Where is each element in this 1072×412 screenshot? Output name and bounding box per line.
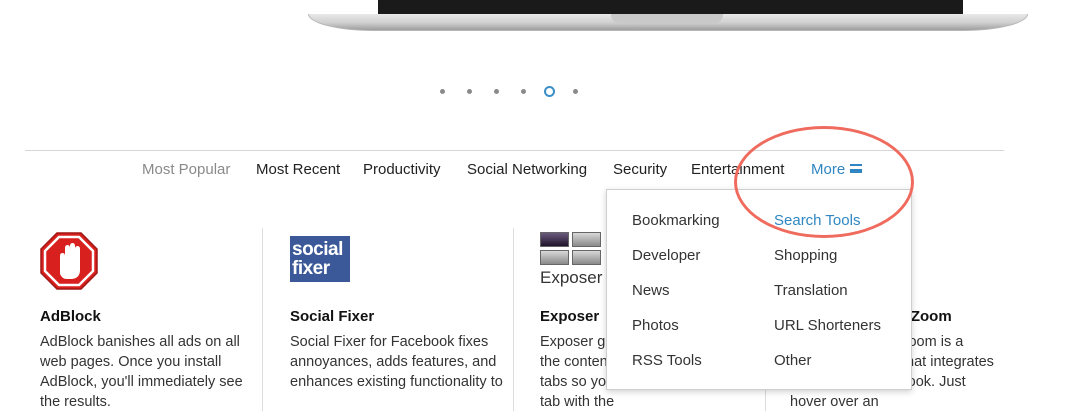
card-title: AdBlock xyxy=(40,308,101,325)
exposer-tile xyxy=(540,250,569,265)
dropdown-item-news[interactable]: News xyxy=(632,282,670,299)
laptop-screen xyxy=(378,0,963,14)
exposer-tile xyxy=(572,232,601,247)
nav-more-button[interactable]: More xyxy=(811,161,863,178)
more-categories-dropdown: Bookmarking Developer News Photos RSS To… xyxy=(606,189,912,390)
pager-dot[interactable] xyxy=(440,89,445,94)
column-divider xyxy=(262,228,263,411)
dropdown-item-search-tools[interactable]: Search Tools xyxy=(774,212,860,229)
nav-most-recent[interactable]: Most Recent xyxy=(256,161,340,178)
card-description: Social Fixer for Facebook fixes annoyanc… xyxy=(290,334,503,390)
dropdown-item-rss-tools[interactable]: RSS Tools xyxy=(632,352,702,369)
nav-security[interactable]: Security xyxy=(613,161,667,178)
carousel-pager xyxy=(437,86,587,98)
card-title: Exposer xyxy=(540,308,600,325)
pager-dot[interactable] xyxy=(521,89,526,94)
nav-social-networking[interactable]: Social Networking xyxy=(467,161,587,178)
dropdown-item-translation[interactable]: Translation xyxy=(774,282,848,299)
dropdown-item-shopping[interactable]: Shopping xyxy=(774,247,837,264)
nav-most-popular[interactable]: Most Popular xyxy=(142,161,230,178)
menu-icon xyxy=(850,164,863,173)
column-divider xyxy=(513,228,514,411)
dropdown-item-developer[interactable]: Developer xyxy=(632,247,700,264)
exposer-tile xyxy=(572,250,601,265)
nav-more-label: More xyxy=(811,161,846,178)
category-nav: Most Popular Most Recent Productivity So… xyxy=(0,161,1072,183)
dropdown-item-photos[interactable]: Photos xyxy=(632,317,679,334)
pager-dot[interactable] xyxy=(467,89,472,94)
exposer-icon: Exposer xyxy=(540,232,602,288)
hero-laptop-image xyxy=(308,0,1028,32)
pager-dot[interactable] xyxy=(573,89,578,94)
divider xyxy=(25,150,1004,151)
pager-dot[interactable] xyxy=(494,89,499,94)
dropdown-item-other[interactable]: Other xyxy=(774,352,812,369)
social-fixer-icon-text: social fixer xyxy=(292,239,343,279)
exposer-icon-label: Exposer xyxy=(540,268,603,287)
exposer-tile xyxy=(540,232,569,247)
nav-entertainment[interactable]: Entertainment xyxy=(691,161,784,178)
nav-productivity[interactable]: Productivity xyxy=(363,161,441,178)
social-fixer-icon: social fixer xyxy=(290,236,350,282)
laptop-notch xyxy=(611,14,723,23)
card-title: Social Fixer xyxy=(290,308,375,325)
pager-dot-active[interactable] xyxy=(544,86,555,97)
dropdown-item-url-shorteners[interactable]: URL Shorteners xyxy=(774,317,881,334)
adblock-icon xyxy=(40,232,98,290)
card-description: AdBlock banishes all ads on all web page… xyxy=(40,334,243,410)
dropdown-item-bookmarking[interactable]: Bookmarking xyxy=(632,212,720,229)
